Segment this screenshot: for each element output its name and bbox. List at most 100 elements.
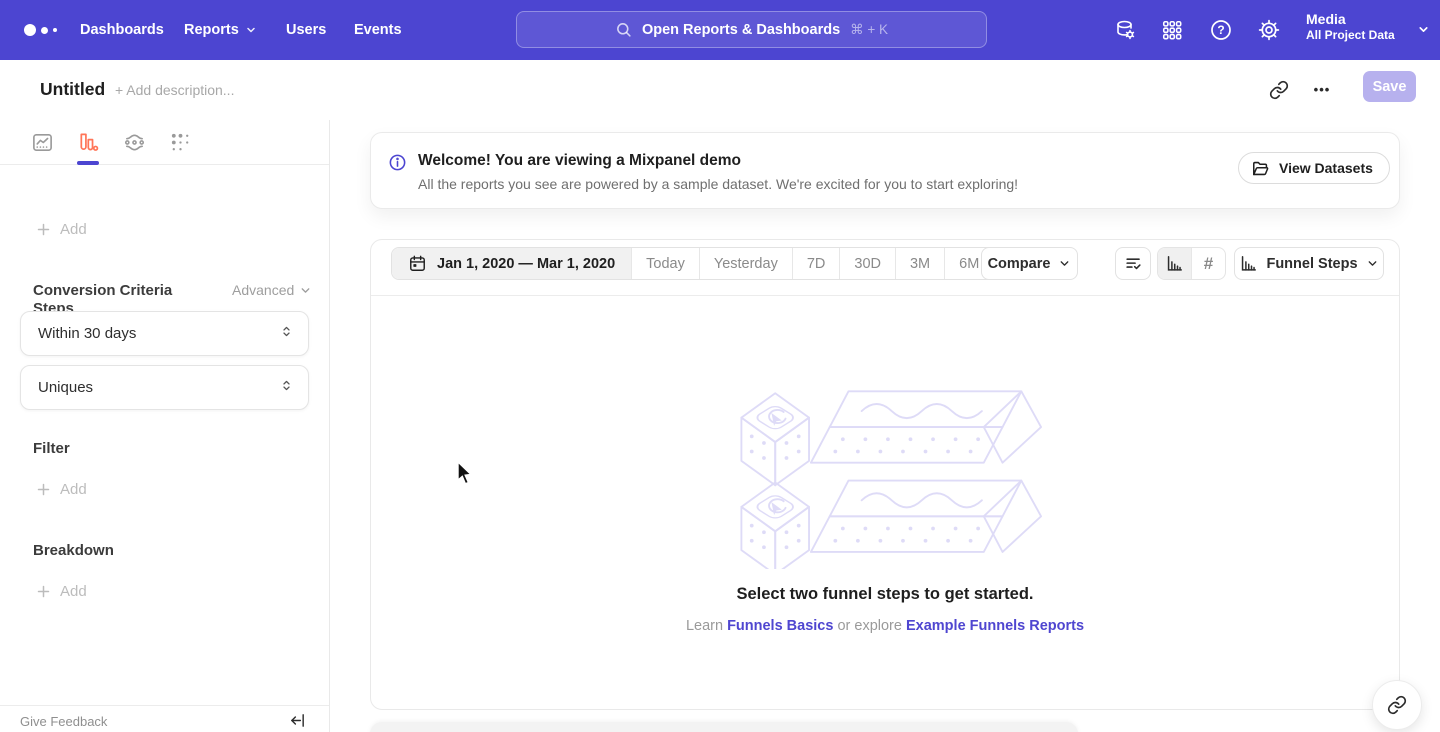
compare-label: Compare: [988, 256, 1051, 272]
tab-flows[interactable]: [118, 125, 150, 159]
info-icon: [388, 153, 407, 177]
tab-insights[interactable]: [26, 125, 58, 159]
save-button[interactable]: Save: [1363, 71, 1416, 102]
breakdown-heading: Breakdown: [33, 542, 114, 559]
metrics-number-toggle[interactable]: #: [1191, 248, 1225, 279]
advanced-toggle[interactable]: Advanced: [232, 282, 312, 298]
share-link-fab[interactable]: [1372, 680, 1422, 730]
retention-icon: [169, 131, 192, 154]
empty-state-subtitle: Learn Funnels Basics or explore Example …: [371, 618, 1399, 634]
preset-3m[interactable]: 3M: [896, 248, 945, 279]
counting-method-select[interactable]: Uniques: [20, 365, 309, 410]
stepper-icon: [279, 378, 294, 397]
date-range-picker[interactable]: Jan 1, 2020 — Mar 1, 2020: [392, 248, 632, 279]
bar-chart-toggle[interactable]: [1158, 248, 1191, 279]
edit-steps-list-button[interactable]: [1115, 247, 1151, 280]
date-range-group: Jan 1, 2020 — Mar 1, 2020 Today Yesterda…: [391, 247, 1052, 280]
middle-text: or explore: [837, 618, 901, 634]
example-funnels-reports-link[interactable]: Example Funnels Reports: [906, 618, 1084, 634]
funnel-empty-illustration: [732, 379, 1042, 569]
list-check-icon: [1124, 254, 1143, 273]
bar-chart-icon: [1239, 254, 1258, 273]
add-filter-label: Add: [60, 481, 87, 498]
link-icon: [1269, 80, 1289, 100]
chevron-down-icon: [1417, 23, 1430, 36]
funnels-icon: [77, 131, 100, 154]
mixpanel-logo-icon[interactable]: [24, 22, 68, 38]
nav-label: Events: [354, 22, 402, 38]
filter-heading: Filter: [33, 440, 70, 457]
funnel-report-card: Jan 1, 2020 — Mar 1, 2020 Today Yesterda…: [370, 239, 1400, 710]
chevron-down-icon: [1058, 257, 1071, 270]
nav-item-users[interactable]: Users: [286, 0, 326, 60]
counting-method-value: Uniques: [38, 379, 93, 396]
next-section-peek: [370, 722, 1078, 732]
more-options-button[interactable]: •••: [1308, 75, 1336, 103]
settings-button[interactable]: [1256, 17, 1282, 43]
tab-funnels[interactable]: [72, 125, 104, 159]
view-datasets-button[interactable]: View Datasets: [1238, 152, 1390, 184]
nav-item-dashboards[interactable]: Dashboards: [80, 0, 164, 60]
app-screen: Dashboards Reports Users Events Open Rep…: [0, 0, 1440, 732]
nav-item-events[interactable]: Events: [354, 0, 402, 60]
date-range-value: Jan 1, 2020 — Mar 1, 2020: [437, 256, 615, 272]
collapse-sidebar-button[interactable]: [286, 709, 308, 731]
advanced-label: Advanced: [232, 282, 294, 298]
report-toolbar: Jan 1, 2020 — Mar 1, 2020 Today Yesterda…: [371, 240, 1399, 295]
report-title[interactable]: Untitled: [40, 79, 105, 100]
view-datasets-label: View Datasets: [1279, 160, 1373, 176]
search-placeholder: Open Reports & Dashboards: [642, 22, 840, 38]
funnels-basics-link[interactable]: Funnels Basics: [727, 618, 833, 634]
chevron-down-icon: [1366, 257, 1379, 270]
chart-format-toggle: #: [1157, 247, 1226, 280]
help-glyph: ?: [1217, 23, 1224, 37]
bar-chart-icon: [1165, 254, 1184, 273]
nav-item-reports[interactable]: Reports: [184, 0, 257, 60]
tab-retention[interactable]: [164, 125, 196, 159]
preset-yesterday[interactable]: Yesterday: [700, 248, 793, 279]
apps-grid-button[interactable]: [1159, 17, 1185, 43]
compare-button[interactable]: Compare: [981, 247, 1078, 280]
project-name: Media: [1306, 10, 1426, 28]
add-breakdown-label: Add: [60, 583, 87, 600]
search-shortcut: ⌘ + K: [850, 22, 888, 38]
empty-state-title: Select two funnel steps to get started.: [371, 585, 1399, 604]
add-description-field[interactable]: + Add description...: [115, 82, 234, 98]
add-step-button[interactable]: Add: [36, 221, 87, 238]
add-step-label: Add: [60, 221, 87, 238]
help-button[interactable]: ?: [1208, 17, 1234, 43]
funnel-steps-label: Funnel Steps: [1266, 256, 1357, 272]
nav-label: Dashboards: [80, 22, 164, 38]
chevron-down-icon: [299, 284, 312, 297]
data-management-button[interactable]: [1112, 17, 1138, 43]
nav-label: Users: [286, 22, 326, 38]
calendar-icon: [408, 254, 427, 273]
link-icon: [1387, 695, 1407, 715]
chevron-down-icon: [245, 24, 257, 36]
toolbar-divider: [371, 295, 1399, 296]
plus-icon: [36, 482, 51, 497]
welcome-banner: Welcome! You are viewing a Mixpanel demo…: [370, 132, 1400, 209]
give-feedback-link[interactable]: Give Feedback: [20, 714, 107, 729]
conversion-window-select[interactable]: Within 30 days: [20, 311, 309, 356]
banner-subtitle: All the reports you see are powered by a…: [418, 176, 1018, 192]
preset-30d[interactable]: 30D: [840, 248, 896, 279]
gear-icon: [1257, 18, 1281, 42]
project-switcher[interactable]: Media All Project Data: [1306, 10, 1426, 50]
add-breakdown-button[interactable]: Add: [36, 583, 87, 600]
global-search-input[interactable]: Open Reports & Dashboards ⌘ + K: [516, 11, 987, 48]
insights-icon: [31, 131, 54, 154]
learn-prefix: Learn: [686, 618, 723, 634]
preset-today[interactable]: Today: [632, 248, 700, 279]
number-icon: #: [1204, 254, 1213, 274]
preset-7d[interactable]: 7D: [793, 248, 841, 279]
report-header: Untitled + Add description... •••: [0, 60, 1440, 120]
funnel-steps-dropdown[interactable]: Funnel Steps: [1234, 247, 1384, 280]
report-type-tabs: [0, 120, 329, 165]
conversion-window-value: Within 30 days: [38, 325, 136, 342]
add-filter-button[interactable]: Add: [36, 481, 87, 498]
nav-label: Reports: [184, 22, 239, 38]
copy-link-button[interactable]: [1266, 77, 1292, 103]
database-gear-icon: [1113, 18, 1137, 42]
selected-tab-indicator: [77, 161, 99, 165]
